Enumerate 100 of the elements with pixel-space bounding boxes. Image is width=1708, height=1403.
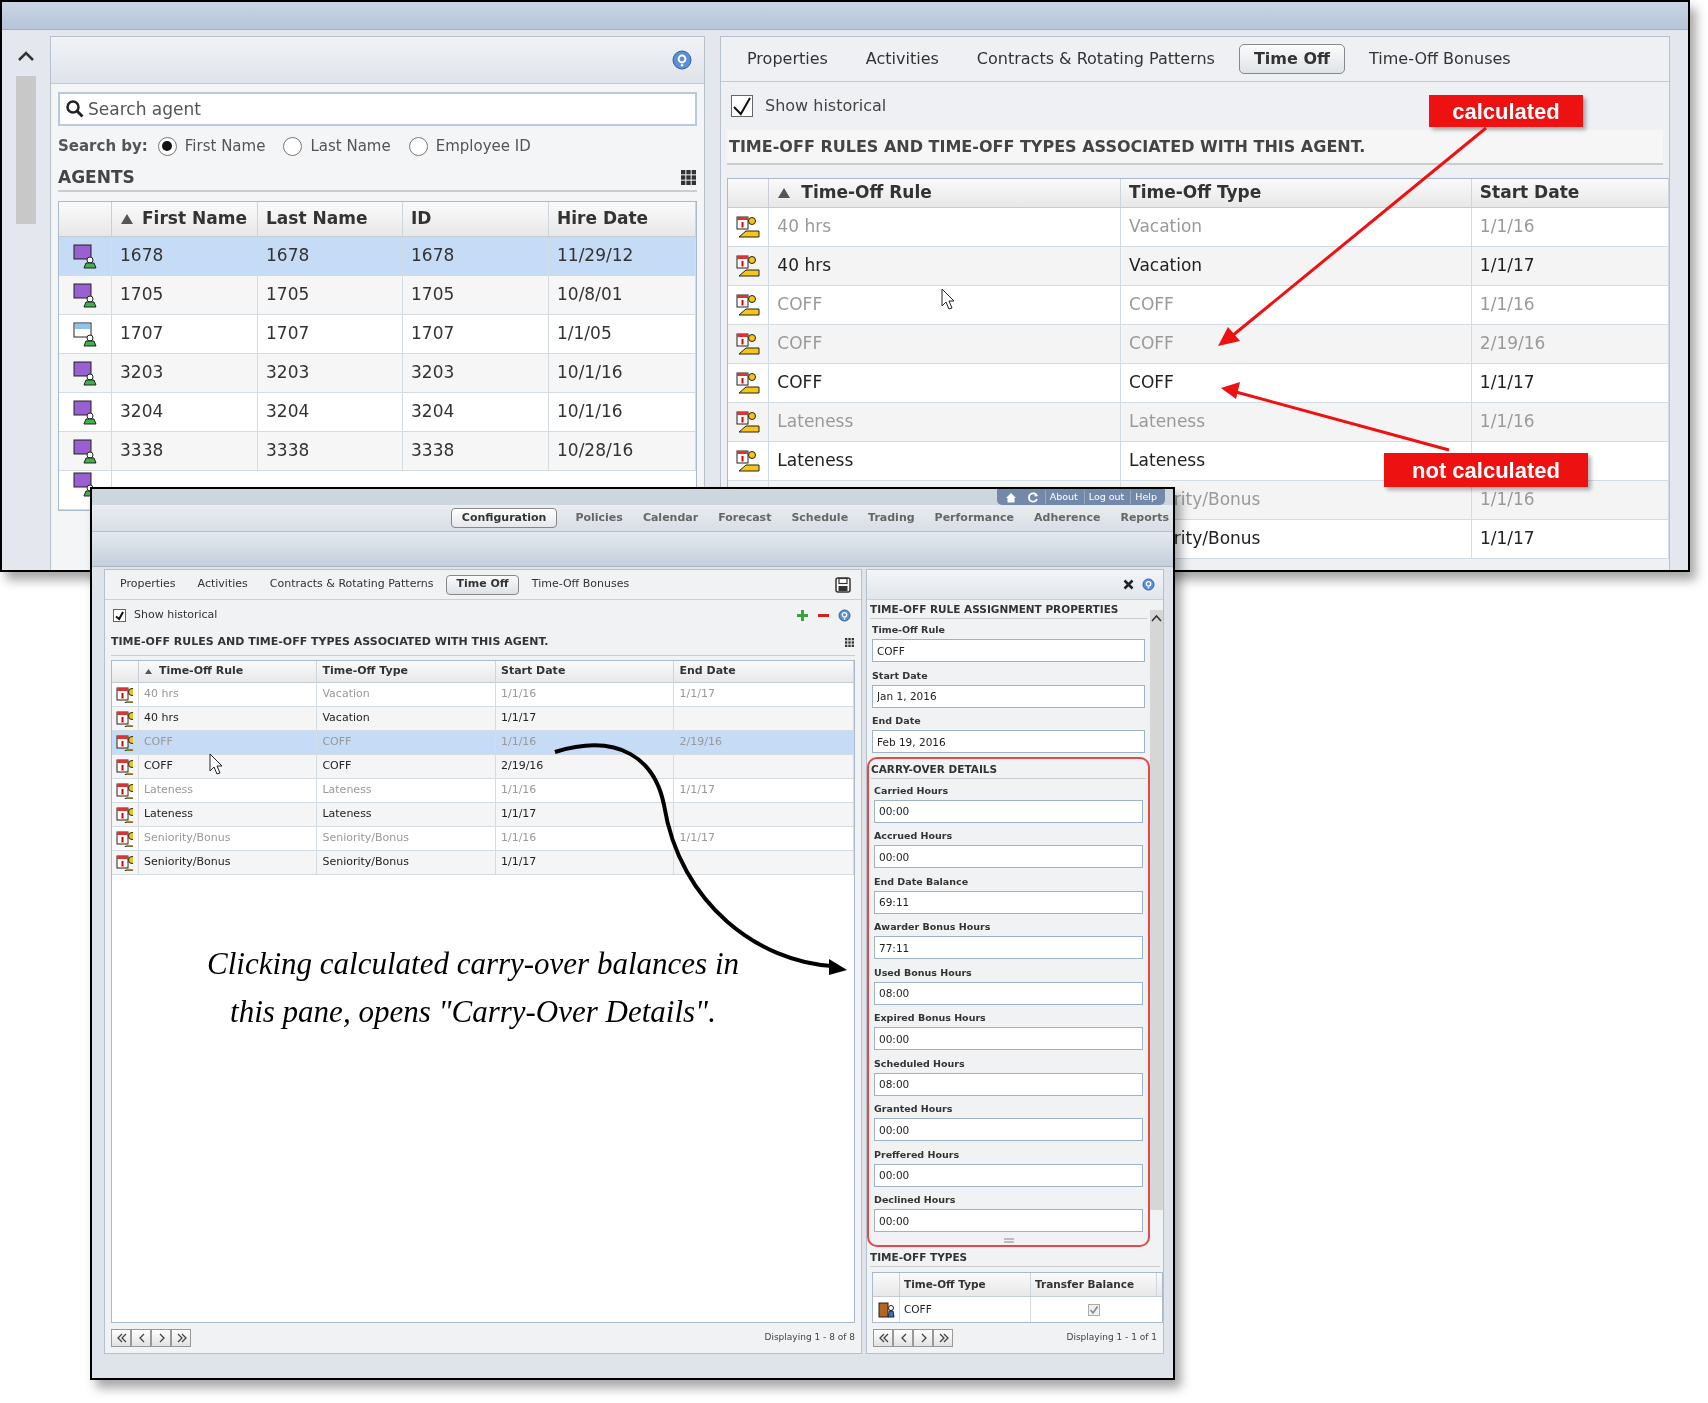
nav-tab[interactable]: Performance — [932, 508, 1016, 528]
table-cell: Lateness — [322, 806, 372, 823]
input-field[interactable]: 08:00 — [874, 1072, 1143, 1096]
input-field[interactable]: 77:11 — [874, 936, 1143, 960]
column-header[interactable]: First Name — [112, 202, 258, 236]
column-header[interactable]: Time-Off Type — [317, 661, 496, 682]
next-page-button[interactable] — [913, 1329, 933, 1347]
column-header[interactable]: Transfer Balance — [1031, 1273, 1157, 1296]
radio-button[interactable] — [283, 136, 303, 156]
grid-icon — [681, 170, 697, 186]
checkbox-label[interactable]: Show historical — [134, 606, 218, 624]
last-page-button[interactable] — [933, 1329, 953, 1347]
tab[interactable]: Properties — [733, 44, 842, 74]
table-row[interactable]: 40 hrs Vacation 1/1/17 — [112, 707, 854, 731]
nav-tab[interactable]: Reports — [1118, 508, 1171, 528]
table-row[interactable]: COFF COFF 1/1/17 — [728, 364, 1669, 403]
input-field[interactable]: Feb 19, 2016 — [872, 730, 1145, 754]
scrollbar[interactable] — [1150, 609, 1163, 1210]
nav-tab[interactable]: Policies — [573, 508, 625, 528]
table-row[interactable]: Seniority/Bonus Seniority/Bonus 1/1/17 — [112, 851, 854, 875]
tab[interactable]: Contracts & Rotating Patterns — [260, 574, 443, 595]
table-row[interactable]: Lateness Lateness 1/1/17 — [112, 803, 854, 827]
home-icon — [1004, 491, 1017, 503]
radio-label[interactable]: First Name — [184, 134, 266, 158]
table-cell-text: 3203 — [411, 361, 455, 385]
radio-label[interactable]: Employee ID — [435, 134, 531, 158]
column-header[interactable]: Time-Off Type — [900, 1273, 1031, 1296]
tab[interactable]: Time Off — [1238, 44, 1345, 74]
radio-button[interactable] — [157, 136, 177, 156]
input-field[interactable]: 69:11 — [874, 890, 1143, 914]
column-header[interactable]: Time-Off Rule — [769, 179, 1122, 207]
field-label: End Date Balance — [874, 874, 970, 889]
input-field[interactable]: 00:00 — [874, 799, 1143, 823]
checkbox-label[interactable]: Show historical — [765, 94, 887, 118]
scrollbar-thumb[interactable] — [16, 76, 36, 224]
field-label: Used Bonus Hours — [874, 965, 973, 980]
checkbox[interactable] — [113, 608, 126, 622]
section-heading: TIME-OFF TYPES — [870, 1249, 1160, 1267]
table-row[interactable]: COFF COFF 2/19/16 — [112, 755, 854, 779]
radio-button[interactable] — [408, 136, 428, 156]
close-button[interactable] — [1123, 578, 1134, 590]
calendar-person-icon — [116, 782, 134, 799]
next-page-button[interactable] — [151, 1329, 171, 1347]
table-row[interactable]: 3203 3203 3203 10/1/16 — [59, 354, 696, 393]
previous-page-button[interactable] — [893, 1329, 913, 1347]
table-row[interactable]: 40 hrs Vacation 1/1/17 — [728, 247, 1669, 286]
column-header[interactable]: Last Name — [258, 202, 403, 236]
column-header[interactable]: Time-Off Rule — [138, 661, 318, 682]
table-row[interactable]: 1707 1707 1707 1/1/05 — [59, 315, 696, 354]
header-link[interactable]: Log out — [1083, 489, 1129, 505]
first-page-button[interactable] — [873, 1329, 893, 1347]
tab[interactable]: Activities — [851, 44, 953, 74]
nav-tab[interactable]: Trading — [866, 508, 917, 528]
table-cell: Lateness — [143, 806, 194, 823]
tab[interactable]: Contracts & Rotating Patterns — [962, 44, 1229, 74]
sort-ascending-icon — [120, 212, 134, 226]
table-row[interactable]: 3338 3338 3338 10/28/16 — [59, 432, 696, 471]
first-page-button[interactable] — [111, 1329, 131, 1347]
add-button[interactable] — [796, 608, 809, 622]
radio-label[interactable]: Last Name — [310, 134, 391, 158]
table-cell-text: COFF — [1129, 371, 1174, 395]
field-label: Time-Off Rule — [872, 623, 946, 638]
tab[interactable]: Properties — [111, 574, 185, 595]
header-link[interactable]: About — [1044, 489, 1082, 505]
table-row[interactable]: 1705 1705 1705 10/8/01 — [59, 276, 696, 315]
nav-tab[interactable]: Schedule — [789, 508, 851, 528]
input-field[interactable]: 00:00 — [874, 1209, 1143, 1233]
table-row[interactable]: 1678 1678 1678 11/29/12 — [59, 237, 696, 276]
input-field[interactable]: 00:00 — [874, 1027, 1143, 1051]
nav-tab[interactable]: Forecast — [716, 508, 774, 528]
last-page-button[interactable] — [171, 1329, 191, 1347]
input-field[interactable]: Jan 1, 2016 — [872, 684, 1145, 708]
nav-tab[interactable]: Adherence — [1032, 508, 1103, 528]
column-header[interactable]: Start Date — [1471, 179, 1669, 207]
header-link[interactable]: Help — [1130, 489, 1161, 505]
search-field[interactable]: Search agent — [58, 92, 697, 126]
previous-page-button[interactable] — [131, 1329, 151, 1347]
input-field[interactable]: COFF — [872, 639, 1145, 663]
column-header[interactable]: Time-Off Type — [1121, 179, 1472, 207]
nav-tab[interactable]: Configuration — [450, 508, 558, 528]
calendar-person-icon — [736, 449, 761, 473]
input-field[interactable]: 00:00 — [874, 1118, 1143, 1142]
column-header[interactable]: ID — [403, 202, 549, 236]
nav-tab[interactable]: Calendar — [640, 508, 701, 528]
input-field[interactable]: 00:00 — [874, 1163, 1143, 1187]
calendar-person-icon — [736, 293, 761, 317]
column-header[interactable]: Start Date — [495, 661, 675, 682]
tab[interactable]: Time-Off Bonuses — [1355, 44, 1525, 74]
input-field[interactable]: 08:00 — [874, 981, 1143, 1005]
tab[interactable]: Activities — [188, 574, 257, 595]
column-header[interactable]: Hire Date — [549, 202, 696, 236]
input-field[interactable]: 00:00 — [874, 845, 1143, 869]
tab[interactable]: Time-Off Bonuses — [522, 574, 639, 595]
table-cell-text: COFF — [1129, 293, 1174, 317]
table-row[interactable]: 3204 3204 3204 10/1/16 — [59, 393, 696, 432]
checkbox[interactable] — [731, 95, 753, 117]
help-icon — [1142, 577, 1155, 591]
table-row[interactable]: COFF — [873, 1297, 1162, 1322]
column-header[interactable]: End Date — [674, 661, 854, 682]
tab[interactable]: Time Off — [446, 574, 519, 595]
